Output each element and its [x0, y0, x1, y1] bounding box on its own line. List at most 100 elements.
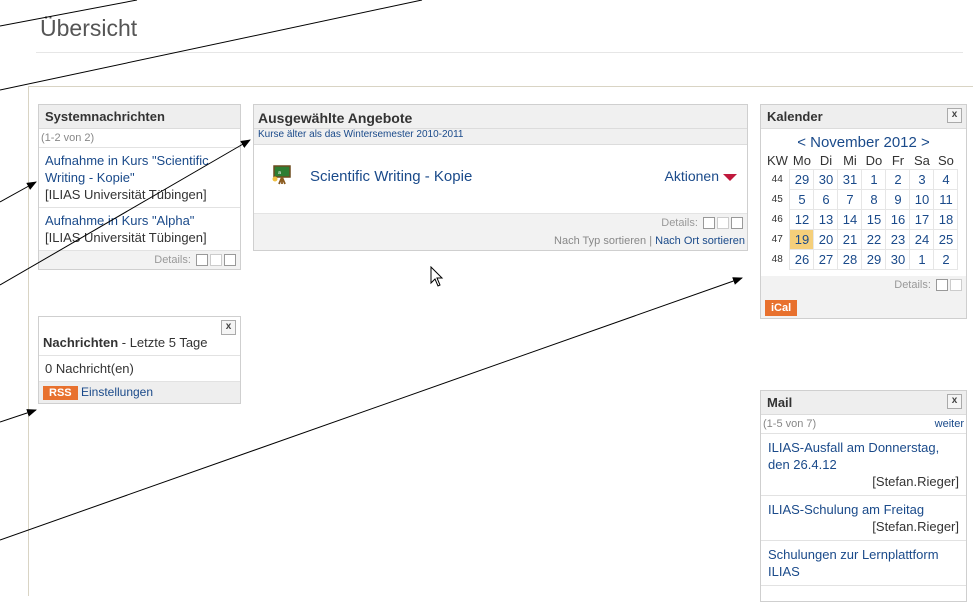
calendar-day[interactable]: 6	[813, 189, 839, 210]
close-icon[interactable]: x	[947, 108, 962, 123]
calendar-day[interactable]: 20	[813, 229, 839, 250]
calendar-day[interactable]: 27	[813, 249, 839, 270]
calendar-day[interactable]: 19	[789, 229, 815, 250]
view-medium-icon[interactable]	[210, 254, 222, 267]
mail-subject[interactable]: Schulungen zur Lernplattform ILIAS	[768, 546, 959, 580]
week-number[interactable]: 46	[765, 210, 790, 230]
calendar-title: Kalender x	[761, 105, 966, 129]
calendar-day[interactable]: 29	[789, 169, 815, 190]
system-messages-range: (1-2 von 2)	[39, 129, 240, 148]
calendar-day[interactable]: 13	[813, 209, 839, 230]
page-header: Übersicht	[0, 0, 973, 86]
view-short-icon[interactable]	[196, 254, 208, 267]
mail-subject[interactable]: ILIAS-Schulung am Freitag	[768, 501, 959, 518]
course-icon: a	[272, 165, 291, 185]
calendar-week-row: 48 26 27 28 29 30 1 2	[765, 249, 959, 270]
week-number[interactable]: 47	[765, 230, 790, 250]
weekday-header: Sa	[914, 153, 930, 168]
title-divider	[36, 52, 963, 53]
system-messages-title: Systemnachrichten	[39, 105, 240, 129]
details-label: Details:	[894, 279, 931, 291]
calendar-day[interactable]: 3	[909, 169, 935, 190]
mail-more-link[interactable]: weiter	[935, 418, 964, 430]
calendar-day[interactable]: 17	[909, 209, 935, 230]
details-label: Details:	[661, 217, 698, 229]
calendar-day[interactable]: 25	[933, 229, 959, 250]
selected-offers-block: Ausgewählte Angebote Kurse älter als das…	[253, 104, 748, 252]
calendar-week-row: 46 12 13 14 15 16 17 18	[765, 209, 959, 230]
calendar-day[interactable]: 26	[789, 249, 815, 270]
ical-row: iCal	[761, 294, 966, 319]
news-settings-link[interactable]: Einstellungen	[81, 385, 153, 399]
view-medium-icon[interactable]	[717, 217, 729, 230]
calendar-day[interactable]: 1	[909, 249, 935, 270]
calendar-day[interactable]: 23	[885, 229, 911, 250]
calendar-week-row: 45 5 6 7 8 9 10 11	[765, 189, 959, 210]
calendar-details: Details:	[761, 276, 966, 295]
calendar-day[interactable]: 22	[861, 229, 887, 250]
calendar-day[interactable]: 16	[885, 209, 911, 230]
news-block: x Nachrichten - Letzte 5 Tage 0 Nachrich…	[38, 316, 241, 404]
rss-button[interactable]: RSS	[43, 386, 78, 400]
system-message-item[interactable]: Aufnahme in Kurs "Scientific Writing - K…	[39, 148, 240, 208]
close-icon[interactable]: x	[947, 394, 962, 409]
view-full-icon[interactable]	[950, 279, 962, 292]
sort-by-location-link[interactable]: Nach Ort sortieren	[655, 235, 745, 247]
calendar-day[interactable]: 4	[933, 169, 959, 190]
calendar-day[interactable]: 18	[933, 209, 959, 230]
week-number[interactable]: 44	[765, 170, 790, 190]
calendar-day[interactable]: 30	[813, 169, 839, 190]
actions-dropdown[interactable]: Aktionen	[665, 168, 719, 184]
svg-text:a: a	[278, 170, 281, 176]
calendar-day[interactable]: 29	[861, 249, 887, 270]
system-messages-details: Details:	[39, 251, 240, 270]
week-number[interactable]: 48	[765, 250, 790, 270]
mail-item[interactable]: Schulungen zur Lernplattform ILIAS	[761, 541, 966, 586]
system-message-link[interactable]: Aufnahme in Kurs "Scientific Writing - K…	[45, 152, 234, 186]
system-message-link[interactable]: Aufnahme in Kurs "Alpha"	[45, 212, 234, 229]
course-title-link[interactable]: Scientific Writing - Kopie	[310, 168, 472, 185]
mail-item[interactable]: ILIAS-Schulung am Freitag [Stefan.Rieger…	[761, 496, 966, 541]
calendar-day[interactable]: 21	[837, 229, 863, 250]
week-number[interactable]: 45	[765, 190, 790, 210]
calendar-day[interactable]: 7	[837, 189, 863, 210]
calendar-day[interactable]: 31	[837, 169, 863, 190]
ical-button[interactable]: iCal	[765, 300, 798, 317]
sort-separator: |	[649, 235, 653, 248]
calendar-day[interactable]: 24	[909, 229, 935, 250]
view-short-icon[interactable]	[936, 279, 948, 292]
calendar-day[interactable]: 12	[789, 209, 815, 230]
calendar-day[interactable]: 9	[885, 189, 911, 210]
mail-item[interactable]: ILIAS-Ausfall am Donnerstag, den 26.4.12…	[761, 434, 966, 496]
calendar-day[interactable]: 11	[933, 189, 959, 210]
mail-subject[interactable]: ILIAS-Ausfall am Donnerstag, den 26.4.12	[768, 439, 959, 473]
calendar-day[interactable]: 8	[861, 189, 887, 210]
calendar-day[interactable]: 14	[837, 209, 863, 230]
calendar-day[interactable]: 30	[885, 249, 911, 270]
calendar-day[interactable]: 5	[789, 189, 815, 210]
calendar-day[interactable]: 1	[861, 169, 887, 190]
course-row[interactable]: a Scientific Writing - Kopie Aktionen	[254, 145, 747, 214]
sort-by-type-link[interactable]: Nach Typ sortieren	[554, 235, 646, 247]
prev-month-button[interactable]: <	[797, 134, 806, 151]
calendar-day[interactable]: 28	[837, 249, 863, 270]
view-full-icon[interactable]	[224, 254, 236, 267]
close-icon[interactable]: x	[221, 320, 236, 335]
view-full-icon[interactable]	[731, 217, 743, 230]
calendar-block: Kalender x < November 2012 > KW Mo Di Mi Do Fr…	[760, 104, 967, 320]
calendar-day[interactable]: 10	[909, 189, 935, 210]
calendar-week-row: 47 19 20 21 22 23 24 25	[765, 229, 959, 250]
weekday-header: Do	[865, 153, 883, 168]
mouse-cursor-icon	[430, 266, 444, 287]
system-message-item[interactable]: Aufnahme in Kurs "Alpha" [ILIAS Universi…	[39, 208, 240, 251]
calendar-day[interactable]: 15	[861, 209, 887, 230]
next-month-button[interactable]: >	[921, 134, 930, 151]
calendar-day[interactable]: 2	[885, 169, 911, 190]
page-title: Übersicht	[40, 15, 138, 41]
system-messages-block: Systemnachrichten (1-2 von 2) Aufnahme i…	[38, 104, 241, 271]
chevron-down-icon[interactable]	[723, 174, 737, 181]
view-short-icon[interactable]	[703, 217, 715, 230]
calendar-day[interactable]: 2	[933, 249, 959, 270]
selected-offers-subtitle[interactable]: Kurse älter als das Wintersemester 2010-…	[254, 129, 747, 145]
weekday-header: Fr	[891, 153, 905, 168]
